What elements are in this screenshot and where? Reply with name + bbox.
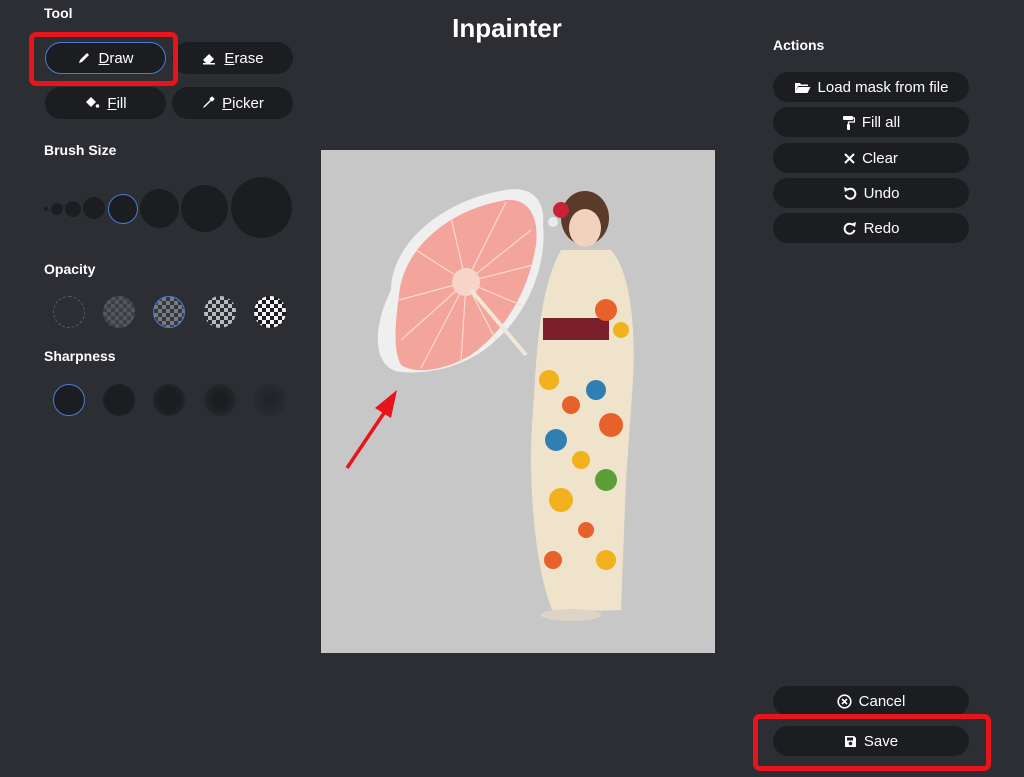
brush-size-option[interactable] — [231, 177, 292, 238]
close-icon — [844, 152, 855, 164]
erase-button[interactable]: Erase — [172, 42, 293, 74]
draw-button[interactable]: Draw — [45, 42, 166, 74]
kimono-photo — [345, 189, 634, 621]
sharpness-option[interactable] — [103, 384, 135, 416]
brush-size-option[interactable] — [44, 207, 48, 211]
tool-label: Tool — [44, 5, 73, 21]
brush-size-option[interactable] — [181, 185, 228, 232]
sharpness-label: Sharpness — [44, 348, 116, 364]
sharpness-option-selected[interactable] — [53, 384, 85, 416]
cancel-circle-icon — [837, 693, 852, 709]
redo-button[interactable]: Redo — [773, 213, 969, 243]
paint-bucket-icon — [84, 96, 100, 110]
erase-button-label: Erase — [224, 49, 264, 67]
opacity-option[interactable] — [254, 296, 286, 328]
picker-button[interactable]: Picker — [172, 87, 293, 119]
load-mask-button[interactable]: Load mask from file — [773, 72, 969, 102]
clear-button[interactable]: Clear — [773, 143, 969, 173]
undo-button[interactable]: Undo — [773, 178, 969, 208]
paint-roller-icon — [842, 115, 855, 130]
floppy-disk-icon — [844, 735, 857, 748]
brush-size-option[interactable] — [65, 201, 81, 217]
eyedropper-icon — [201, 96, 215, 110]
fill-all-button[interactable]: Fill all — [773, 107, 969, 137]
opacity-label: Opacity — [44, 261, 96, 277]
pencil-icon — [77, 51, 91, 65]
cancel-button[interactable]: Cancel — [773, 686, 969, 716]
fill-button-label: Fill — [107, 94, 127, 112]
brush-size-option-selected[interactable] — [108, 194, 138, 224]
fill-button[interactable]: Fill — [45, 87, 166, 119]
page-title: Inpainter — [452, 13, 562, 43]
brush-size-option[interactable] — [51, 203, 63, 215]
actions-label: Actions — [773, 37, 825, 53]
opacity-option[interactable] — [204, 296, 236, 328]
eraser-icon — [201, 51, 217, 65]
folder-open-icon — [794, 81, 811, 94]
brush-size-option[interactable] — [140, 189, 179, 228]
undo-label: Undo — [863, 184, 900, 202]
opacity-option-selected[interactable] — [153, 296, 185, 328]
sharpness-option[interactable] — [254, 384, 286, 416]
sharpness-option[interactable] — [204, 384, 236, 416]
undo-icon — [843, 186, 857, 200]
load-mask-label: Load mask from file — [817, 78, 949, 96]
picker-button-label: Picker — [222, 94, 264, 112]
opacity-option[interactable] — [53, 296, 85, 328]
fill-all-label: Fill all — [861, 113, 901, 131]
draw-button-label: Draw — [98, 49, 134, 67]
opacity-option[interactable] — [103, 296, 135, 328]
save-label: Save — [863, 732, 899, 750]
redo-label: Redo — [863, 219, 900, 237]
sharpness-option[interactable] — [153, 384, 185, 416]
image-canvas[interactable] — [321, 150, 715, 653]
save-button[interactable]: Save — [773, 726, 969, 756]
cancel-label: Cancel — [858, 692, 906, 710]
clear-label: Clear — [862, 149, 898, 167]
redo-icon — [843, 221, 857, 235]
brush-size-option[interactable] — [83, 197, 105, 219]
brush-size-label: Brush Size — [44, 142, 117, 158]
